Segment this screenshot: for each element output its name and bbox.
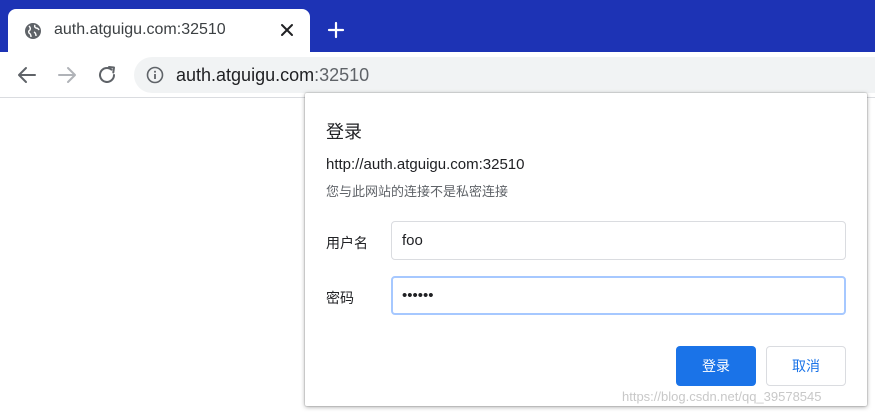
username-label: 用户名 — [326, 235, 368, 251]
close-icon[interactable] — [278, 21, 296, 39]
back-arrow-icon[interactable] — [16, 64, 38, 86]
url-text: auth.atguigu.com:32510 — [176, 65, 369, 86]
active-tab[interactable]: auth.atguigu.com:32510 — [8, 9, 310, 52]
auth-dialog: 登录 http://auth.atguigu.com:32510 您与此网站的连… — [305, 93, 867, 406]
url-port: :32510 — [314, 65, 370, 85]
login-button[interactable]: 登录 — [676, 346, 756, 386]
globe-icon — [25, 23, 41, 39]
watermark: https://blog.csdn.net/qq_39578545 — [622, 389, 822, 404]
info-icon[interactable] — [146, 66, 164, 84]
username-field[interactable] — [391, 221, 846, 260]
password-field[interactable] — [391, 276, 846, 315]
tab-title: auth.atguigu.com:32510 — [54, 21, 226, 38]
url-host: auth.atguigu.com — [176, 65, 315, 85]
cancel-button[interactable]: 取消 — [766, 346, 846, 386]
password-label: 密码 — [326, 290, 354, 306]
connection-warning: 您与此网站的连接不是私密连接 — [326, 184, 509, 199]
reload-icon[interactable] — [96, 64, 118, 86]
tab-strip: auth.atguigu.com:32510 — [0, 0, 875, 52]
plus-icon[interactable] — [326, 20, 346, 40]
dialog-origin: http://auth.atguigu.com:32510 — [326, 156, 525, 173]
browser-toolbar: auth.atguigu.com:32510 — [0, 52, 875, 98]
address-bar[interactable]: auth.atguigu.com:32510 — [134, 57, 875, 93]
dialog-title: 登录 — [326, 122, 362, 142]
forward-arrow-icon[interactable] — [56, 64, 78, 86]
